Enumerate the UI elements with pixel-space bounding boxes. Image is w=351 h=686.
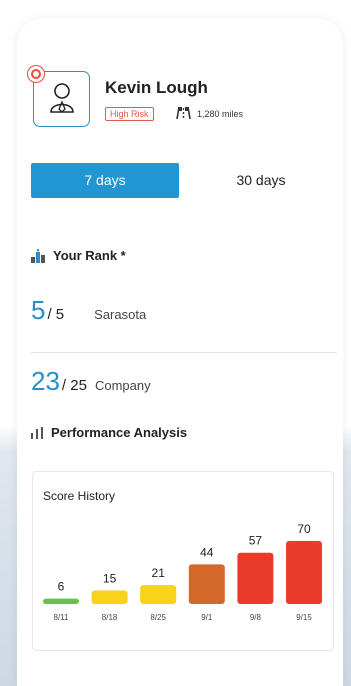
tab-30-days[interactable]: 30 days: [213, 163, 309, 198]
performance-section-title: Performance Analysis: [31, 425, 187, 440]
x-tick-8/25: 8/25: [150, 613, 166, 622]
tab-7-days[interactable]: 7 days: [31, 163, 179, 198]
user-icon: [50, 83, 74, 113]
data-label-9/1: 44: [200, 545, 214, 559]
risk-indicator-dot: [28, 66, 44, 82]
rank-local: 5 / 5 Sarasota: [31, 295, 146, 326]
rank-local-value: 5: [31, 295, 46, 325]
divider: [31, 352, 337, 353]
x-tick-8/11: 8/11: [54, 613, 70, 622]
rank-company-total: / 25: [61, 377, 87, 394]
miles-value: 1,280 miles: [197, 109, 244, 119]
bar-8/25: [140, 585, 177, 604]
risk-badge: High Risk: [105, 107, 154, 121]
data-label-8/11: 6: [58, 580, 65, 594]
bar-chart-icon: [31, 426, 43, 439]
bar-9/8: [237, 552, 274, 604]
rank-company: 23 / 25 Company: [31, 366, 151, 397]
x-tick-9/15: 9/15: [296, 613, 312, 622]
performance-title-label: Performance Analysis: [51, 425, 188, 440]
data-label-8/25: 21: [152, 566, 166, 580]
rank-local-total: / 5: [47, 306, 65, 323]
rank-company-value: 23: [31, 366, 60, 396]
data-label-9/15: 70: [297, 522, 311, 536]
data-label-9/8: 57: [249, 534, 263, 548]
rank-company-label: Company: [94, 378, 151, 393]
phone-screen: Kevin Lough High Risk 1,280 miles 7 days…: [17, 18, 343, 686]
road-icon: [176, 106, 191, 120]
avatar[interactable]: [28, 66, 90, 127]
rank-section-title: Your Rank *: [31, 248, 126, 263]
x-tick-8/18: 8/18: [102, 613, 118, 622]
score-history-chart: 6 8/11 15 8/18 21 8/25 44 9/1 57 9/8 70 9/15: [43, 522, 322, 622]
rank-title-label: Your Rank *: [53, 248, 126, 263]
x-tick-9/1: 9/1: [201, 613, 213, 622]
bar-8/11: [43, 598, 79, 604]
driver-name: Kevin Lough: [105, 78, 208, 97]
bar-9/1: [188, 564, 225, 604]
rank-local-label: Sarasota: [94, 307, 147, 322]
data-label-8/18: 15: [103, 572, 117, 586]
rank-podium-icon: [31, 248, 45, 263]
bar-9/15: [286, 541, 322, 604]
x-tick-9/8: 9/8: [250, 613, 262, 622]
score-history-card: Score History 6 8/11 15 8/18 21 8/25 44 9/1 57 9/…: [32, 471, 334, 651]
bar-8/18: [91, 590, 128, 604]
